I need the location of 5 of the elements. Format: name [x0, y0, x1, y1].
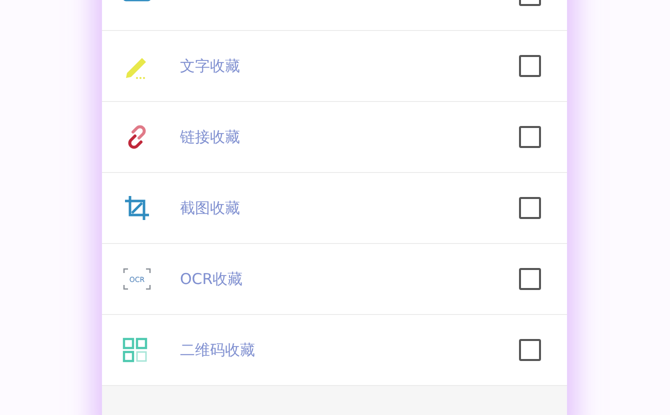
option-label: OCR收藏: [180, 270, 243, 288]
option-label: 二维码收藏: [180, 340, 255, 360]
option-label: 截图收藏: [180, 198, 240, 218]
option-label: 链接收藏: [180, 128, 240, 146]
option-label: 文字收藏: [180, 56, 240, 76]
